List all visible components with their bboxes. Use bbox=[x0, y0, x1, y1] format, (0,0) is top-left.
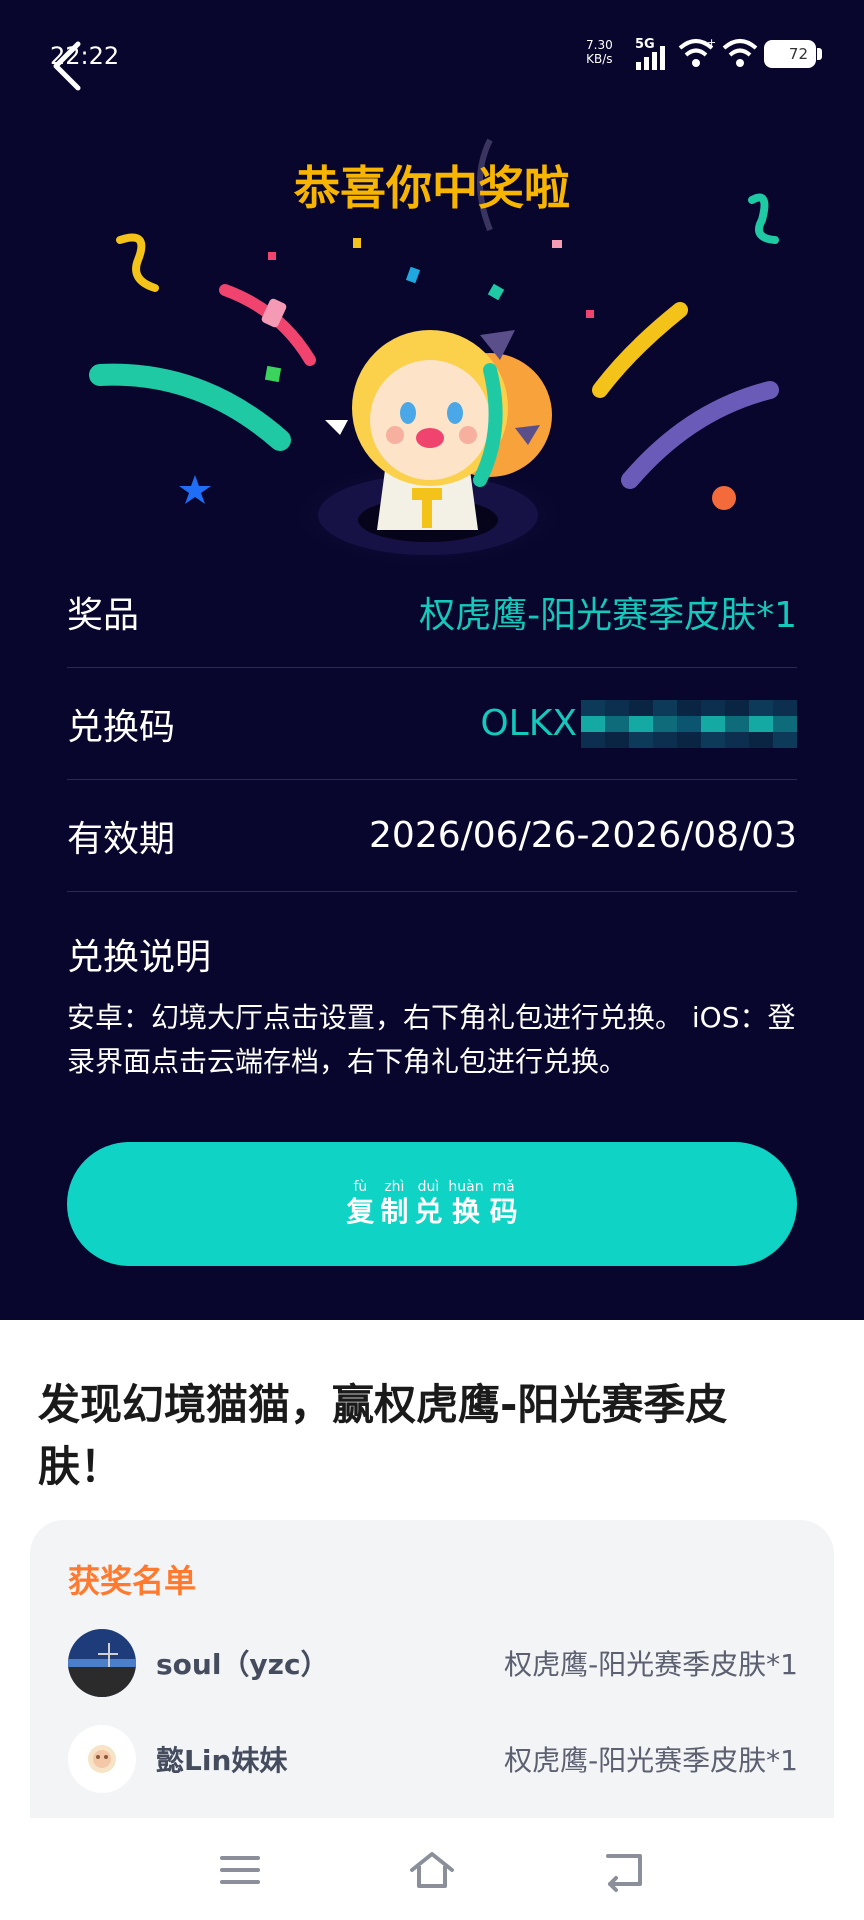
ruby-char: zhì 制 bbox=[380, 1179, 409, 1228]
winner-name: 懿Lin妹妹 bbox=[156, 1744, 288, 1777]
battery-icon: 72 bbox=[764, 40, 822, 68]
winner-row: 懿Lin妹妹 权虎鹰-阳光赛季皮肤*1 bbox=[68, 1724, 798, 1794]
wifi-icon: + bbox=[678, 36, 716, 67]
ruby-char: mǎ 码 bbox=[489, 1179, 518, 1228]
validity-value: 2026/06/26-2026/08/03 bbox=[369, 815, 797, 856]
prize-row: 奖品 权虎鹰-阳光赛季皮肤*1 bbox=[67, 556, 797, 668]
home-icon[interactable] bbox=[408, 1846, 456, 1894]
winners-title: 获奖名单 bbox=[68, 1562, 197, 1600]
promo-title: 发现幻境猫猫，赢权虎鹰-阳光赛季皮肤！ bbox=[38, 1380, 728, 1491]
back-icon[interactable] bbox=[46, 38, 90, 94]
svg-text:+: + bbox=[707, 36, 716, 49]
prize-value: 权虎鹰-阳光赛季皮肤*1 bbox=[419, 594, 797, 636]
promo-section: 发现幻境猫猫，赢权虎鹰-阳光赛季皮肤！ 获奖名单 soul（yzc） 权虎鹰-阳… bbox=[0, 1320, 864, 1820]
menu-icon[interactable] bbox=[216, 1846, 264, 1894]
copy-code-button[interactable]: fù 复 zhì 制 duì 兑 huàn 换 mǎ 码 bbox=[67, 1142, 797, 1266]
winner-name: soul（yzc） bbox=[156, 1648, 329, 1681]
code-row: 兑换码 OLKX bbox=[67, 668, 797, 780]
avatar bbox=[68, 1725, 136, 1793]
ruby-char: huàn 换 bbox=[448, 1179, 484, 1228]
validity-label: 有效期 bbox=[67, 818, 176, 860]
copy-code-label: fù 复 zhì 制 duì 兑 huàn 换 mǎ 码 bbox=[346, 1179, 517, 1229]
winner-prize: 权虎鹰-阳光赛季皮肤*1 bbox=[504, 1744, 798, 1777]
code-label: 兑换码 bbox=[67, 706, 176, 748]
ruby-char: fù 复 bbox=[346, 1179, 375, 1228]
net-speed-unit: KB/s bbox=[586, 52, 613, 66]
redeem-note-title: 兑换说明 bbox=[67, 937, 212, 978]
code-value: OLKX bbox=[480, 703, 577, 744]
winners-card: 获奖名单 soul（yzc） 权虎鹰-阳光赛季皮肤*1 懿Lin妹妹 权虎鹰-阳… bbox=[30, 1520, 834, 1820]
net-speed: 7.30 KB/s bbox=[586, 38, 613, 66]
net-speed-value: 7.30 bbox=[586, 38, 613, 52]
back-nav-icon[interactable] bbox=[600, 1846, 648, 1894]
system-nav-bar bbox=[0, 1818, 864, 1920]
congrats-title: 恭喜你中奖啦 bbox=[294, 161, 570, 215]
ruby-char: duì 兑 bbox=[414, 1179, 443, 1228]
validity-row: 有效期 2026/06/26-2026/08/03 bbox=[67, 780, 797, 892]
avatar bbox=[68, 1629, 136, 1697]
wifi-icon bbox=[722, 39, 758, 67]
prize-label: 奖品 bbox=[67, 594, 140, 636]
signal-icon: 5G bbox=[635, 37, 665, 70]
redeem-note-body: 安卓：幻境大厅点击设置，右下角礼包进行兑换。 iOS：登录界面点击云端存档，右下… bbox=[67, 1001, 796, 1078]
network-type: 5G bbox=[635, 37, 655, 52]
winner-row: soul（yzc） 权虎鹰-阳光赛季皮肤*1 bbox=[68, 1628, 798, 1698]
winner-prize: 权虎鹰-阳光赛季皮肤*1 bbox=[504, 1648, 798, 1681]
status-bar: 22:22 7.30 KB/s 5G + 72 bbox=[0, 0, 864, 110]
prize-panel: 22:22 7.30 KB/s 5G + 72 恭喜你中奖啦 奖品 权虎鹰-阳光… bbox=[0, 0, 864, 1320]
code-mosaic bbox=[581, 699, 797, 748]
code-wrap: OLKX bbox=[480, 699, 797, 748]
